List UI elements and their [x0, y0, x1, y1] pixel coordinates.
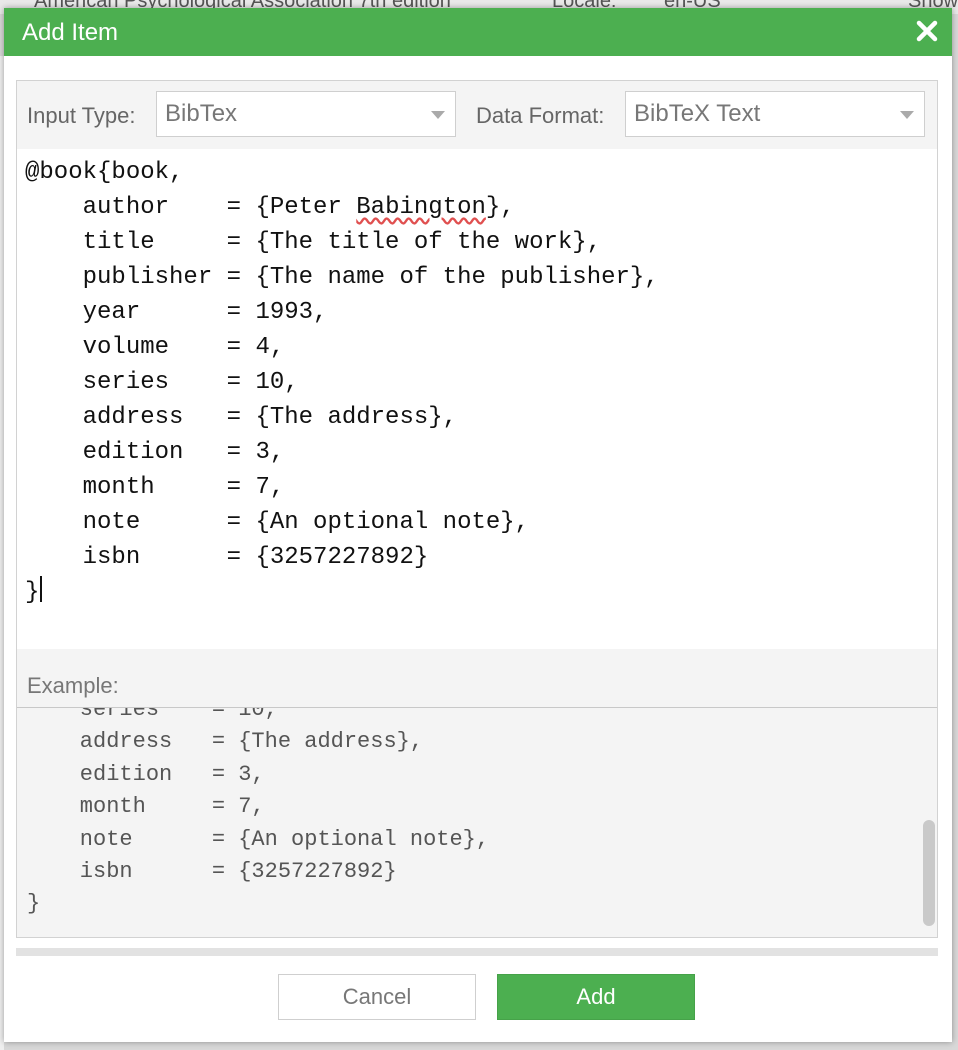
close-icon[interactable]	[914, 14, 940, 48]
data-format-select[interactable]: BibTeX Text	[625, 91, 925, 137]
example-preview[interactable]: series = 10, address = {The address}, ed…	[17, 707, 937, 935]
text-cursor	[40, 576, 43, 602]
input-type-select[interactable]: BibTex	[156, 91, 456, 137]
footer-divider	[16, 948, 938, 956]
example-scrollbar[interactable]	[923, 820, 935, 926]
chevron-down-icon	[900, 111, 914, 119]
editor-line-open: @book{book,	[25, 159, 184, 186]
bibtex-input-editor[interactable]: @book{book, author = {Peter Babington}, …	[17, 149, 937, 649]
close-icon-glyph	[916, 20, 938, 42]
editor-fields: title = {The title of the work}, publish…	[82, 229, 659, 571]
input-type-label: Input Type:	[27, 103, 136, 128]
add-item-dialog: Add Item Input Type: BibTex Data Format:…	[4, 8, 952, 1042]
dialog-titlebar: Add Item	[4, 8, 952, 56]
add-button[interactable]: Add	[497, 974, 695, 1020]
data-format-label: Data Format:	[476, 103, 605, 128]
chevron-down-icon	[431, 111, 445, 119]
example-code: series = 10, address = {The address}, ed…	[27, 707, 490, 917]
editor-author-key: author = {Peter	[25, 194, 357, 221]
editor-misspelled-word: Babington	[356, 194, 486, 221]
cancel-button[interactable]: Cancel	[278, 974, 476, 1020]
editor-author-tail: },	[485, 194, 515, 221]
example-label: Example:	[27, 673, 119, 698]
format-controls-row: Input Type: BibTex Data Format: BibTeX T…	[17, 81, 937, 149]
data-format-value: BibTeX Text	[634, 100, 761, 127]
input-type-value: BibTex	[165, 100, 238, 127]
dialog-title: Add Item	[22, 19, 119, 46]
item-input-panel: Input Type: BibTex Data Format: BibTeX T…	[16, 80, 938, 938]
editor-line-close: }	[25, 579, 40, 606]
